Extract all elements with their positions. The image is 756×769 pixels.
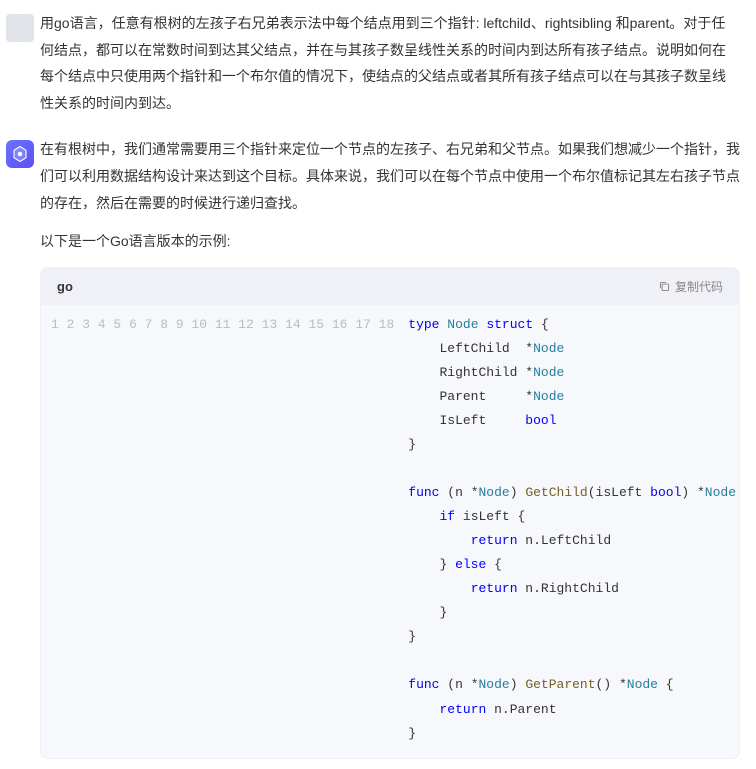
code-language-label: go bbox=[57, 279, 73, 294]
bot-icon bbox=[11, 145, 29, 163]
line-numbers: 1 2 3 4 5 6 7 8 9 10 11 12 13 14 15 16 1… bbox=[41, 313, 408, 746]
user-avatar-col bbox=[0, 10, 40, 116]
answer-content: 在有根树中，我们通常需要用三个指针来定位一个节点的左孩子、右兄弟和父节点。如果我… bbox=[40, 136, 740, 758]
answer-row: 在有根树中，我们通常需要用三个指针来定位一个节点的左孩子、右兄弟和父节点。如果我… bbox=[0, 126, 756, 768]
code-lines[interactable]: type Node struct { LeftChild *Node Right… bbox=[408, 313, 740, 746]
answer-paragraph-1: 在有根树中，我们通常需要用三个指针来定位一个节点的左孩子、右兄弟和父节点。如果我… bbox=[40, 136, 740, 216]
copy-label: 复制代码 bbox=[675, 278, 723, 295]
code-header: go 复制代码 bbox=[41, 268, 739, 305]
question-text: 用go语言，任意有根树的左孩子右兄弟表示法中每个结点用到三个指针: leftch… bbox=[40, 10, 738, 116]
question-row: 用go语言，任意有根树的左孩子右兄弟表示法中每个结点用到三个指针: leftch… bbox=[0, 0, 756, 126]
bot-avatar-col bbox=[0, 136, 40, 758]
copy-code-button[interactable]: 复制代码 bbox=[658, 278, 723, 295]
answer-text: 在有根树中，我们通常需要用三个指针来定位一个节点的左孩子、右兄弟和父节点。如果我… bbox=[40, 136, 740, 254]
bot-avatar bbox=[6, 140, 34, 168]
code-body: 1 2 3 4 5 6 7 8 9 10 11 12 13 14 15 16 1… bbox=[41, 305, 739, 758]
answer-paragraph-2: 以下是一个Go语言版本的示例: bbox=[40, 228, 740, 255]
code-block: go 复制代码 1 2 3 4 5 6 7 8 9 10 11 12 13 14… bbox=[40, 267, 740, 759]
copy-icon bbox=[658, 280, 671, 293]
user-avatar bbox=[6, 14, 34, 42]
question-content: 用go语言，任意有根树的左孩子右兄弟表示法中每个结点用到三个指针: leftch… bbox=[40, 10, 756, 116]
